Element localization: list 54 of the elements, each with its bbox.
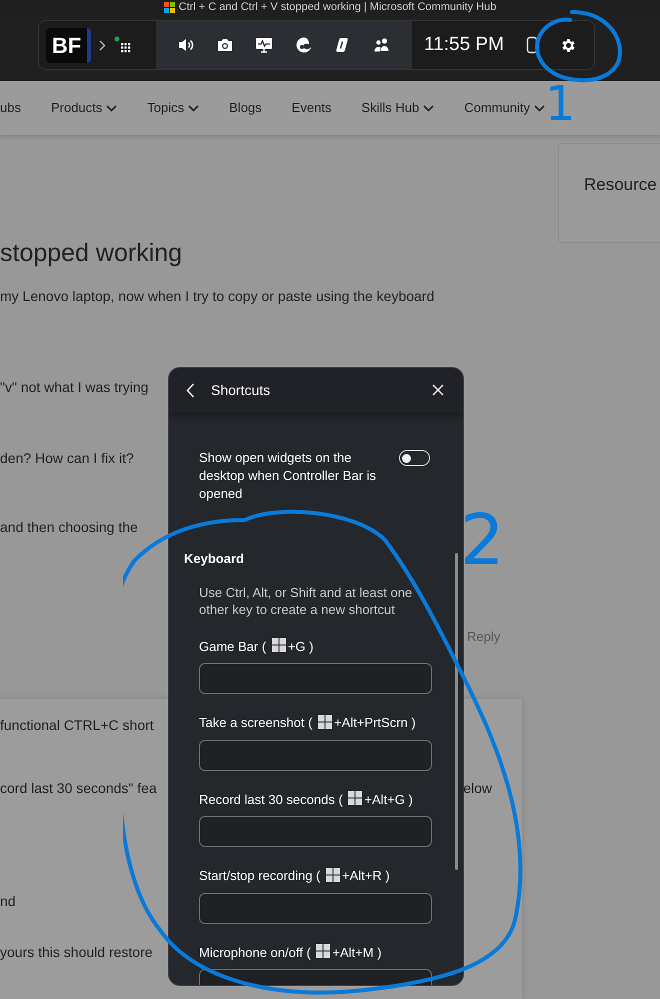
app-logo-icon [164,2,175,13]
annotation-number: 2 [460,505,505,575]
shortcut-field[interactable] [199,740,432,770]
window-title: Ctrl + C and Ctrl + V stopped working | Microsoft Community Hub [178,2,496,13]
shortcut-label: Record last 30 seconds ( +Alt+G ) [199,790,414,809]
browser-icon[interactable] [294,36,313,54]
answer-text: nd [0,892,16,911]
answer-text: elow [463,779,492,798]
section-heading: Keyboard [184,550,245,568]
close-button[interactable] [432,383,446,397]
widgets-grid-icon[interactable] [114,36,132,54]
scrollbar[interactable] [455,553,458,870]
nav-link[interactable]: Community [464,98,545,118]
windows-key-icon [272,638,286,652]
monitor-icon[interactable] [255,36,274,54]
annotation-number: 1 [545,80,576,128]
answer-text: cord last 30 seconds" fea [0,779,157,798]
post-title: stopped working [0,238,182,268]
windows-key-icon [318,714,332,729]
shortcut-label: Microphone on/off ( +Alt+M ) [199,943,383,962]
windows-key-icon [326,868,340,882]
post-text: and then choosing the [0,518,138,537]
post-text: "v" not what I was trying [0,378,148,397]
people-icon[interactable] [373,36,392,54]
nav-link[interactable]: Events [292,98,332,118]
shortcut-label: Start/stop recording ( +Alt+R ) [199,866,391,885]
setting-label: Show open widgets on the desktop when Controller Bar is opened [199,449,378,503]
shortcut-label: Take a screenshot ( +Alt+PrtScrn ) [199,714,417,732]
nav-link[interactable]: Skills Hub [361,98,434,118]
windows-key-icon [316,944,330,958]
shortcut-label: Game Bar ( +G ) [199,637,314,656]
nav-link[interactable]: ubs [0,98,21,118]
answer-text: yours this should restore [0,943,153,962]
shortcut-field[interactable] [199,892,432,924]
settings-icon[interactable] [560,36,577,54]
volume-icon[interactable] [176,36,195,54]
camera-icon[interactable] [216,36,234,54]
toggle-switch[interactable] [399,450,430,466]
controller-icon[interactable] [526,36,538,54]
shortcut-field[interactable] [199,663,432,694]
post-text: den? How can I fix it? [0,449,134,468]
answer-text: functional CTRL+C short [0,716,154,735]
clock: 11:55 PM [424,32,504,57]
windows-key-icon [348,791,362,806]
panel-title: Shortcuts [211,380,270,400]
nav-link[interactable]: Blogs [229,98,262,118]
nav-link[interactable]: Products [50,98,118,118]
nav-link[interactable]: Topics [147,98,200,118]
section-hint: Use Ctrl, Alt, or Shift and at least one other key to create a new shortcut [198,584,414,618]
shortcut-field[interactable] [199,816,432,847]
chevron-right-icon[interactable] [99,40,106,50]
post-text: my Lenovo laptop, now when I try to copy or paste using the keyboard [0,287,434,306]
card-title: Resource [584,175,657,194]
app-logo[interactable]: BF [46,28,91,62]
